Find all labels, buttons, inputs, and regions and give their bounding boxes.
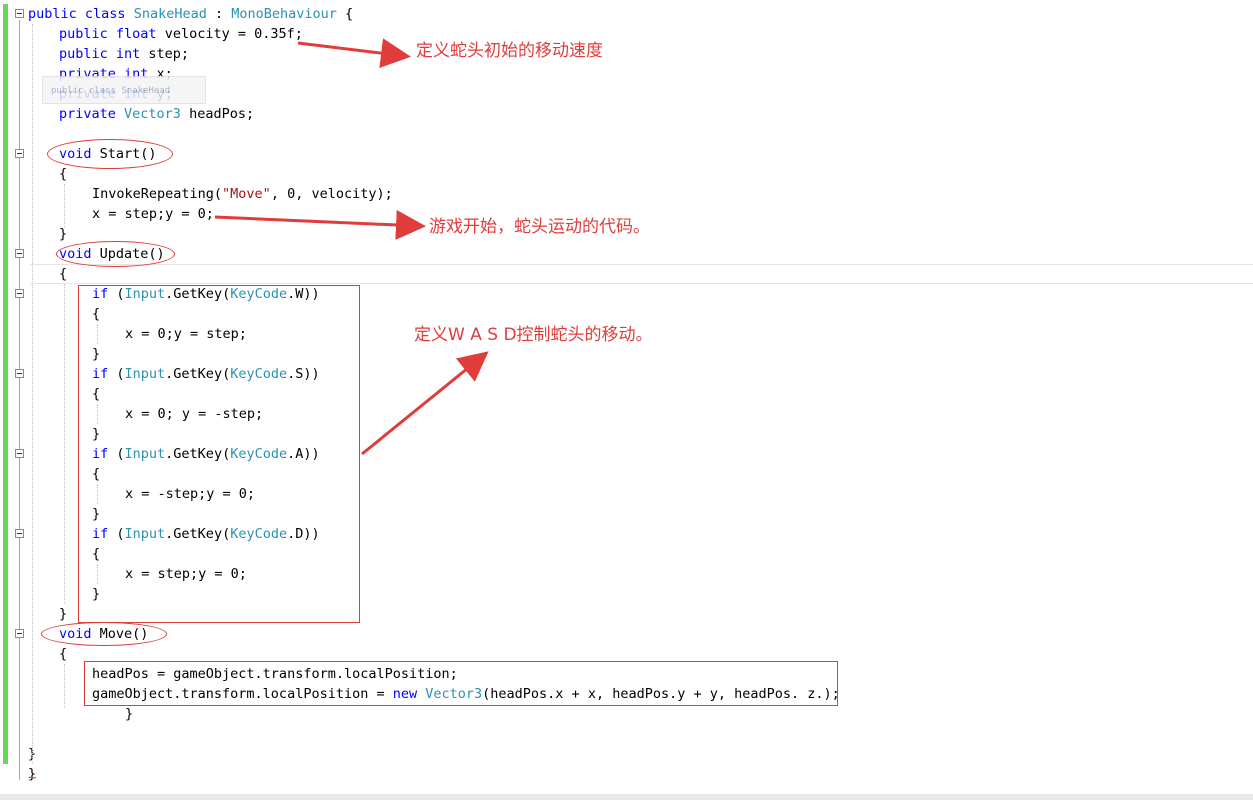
annotation-arrows	[214, 38, 489, 456]
horizontal-scrollbar[interactable]	[0, 794, 1253, 800]
error-squiggle: ~	[28, 770, 37, 786]
velocity-note: 定义蛇头初始的移动速度	[416, 41, 603, 61]
wasd-note: 定义W A S D控制蛇头的移动。	[414, 325, 653, 345]
velocity-arrow	[297, 38, 411, 68]
start-note: 游戏开始，蛇头运动的代码。	[429, 217, 650, 237]
wasd-arrow	[361, 351, 489, 456]
start-arrow	[214, 209, 426, 240]
